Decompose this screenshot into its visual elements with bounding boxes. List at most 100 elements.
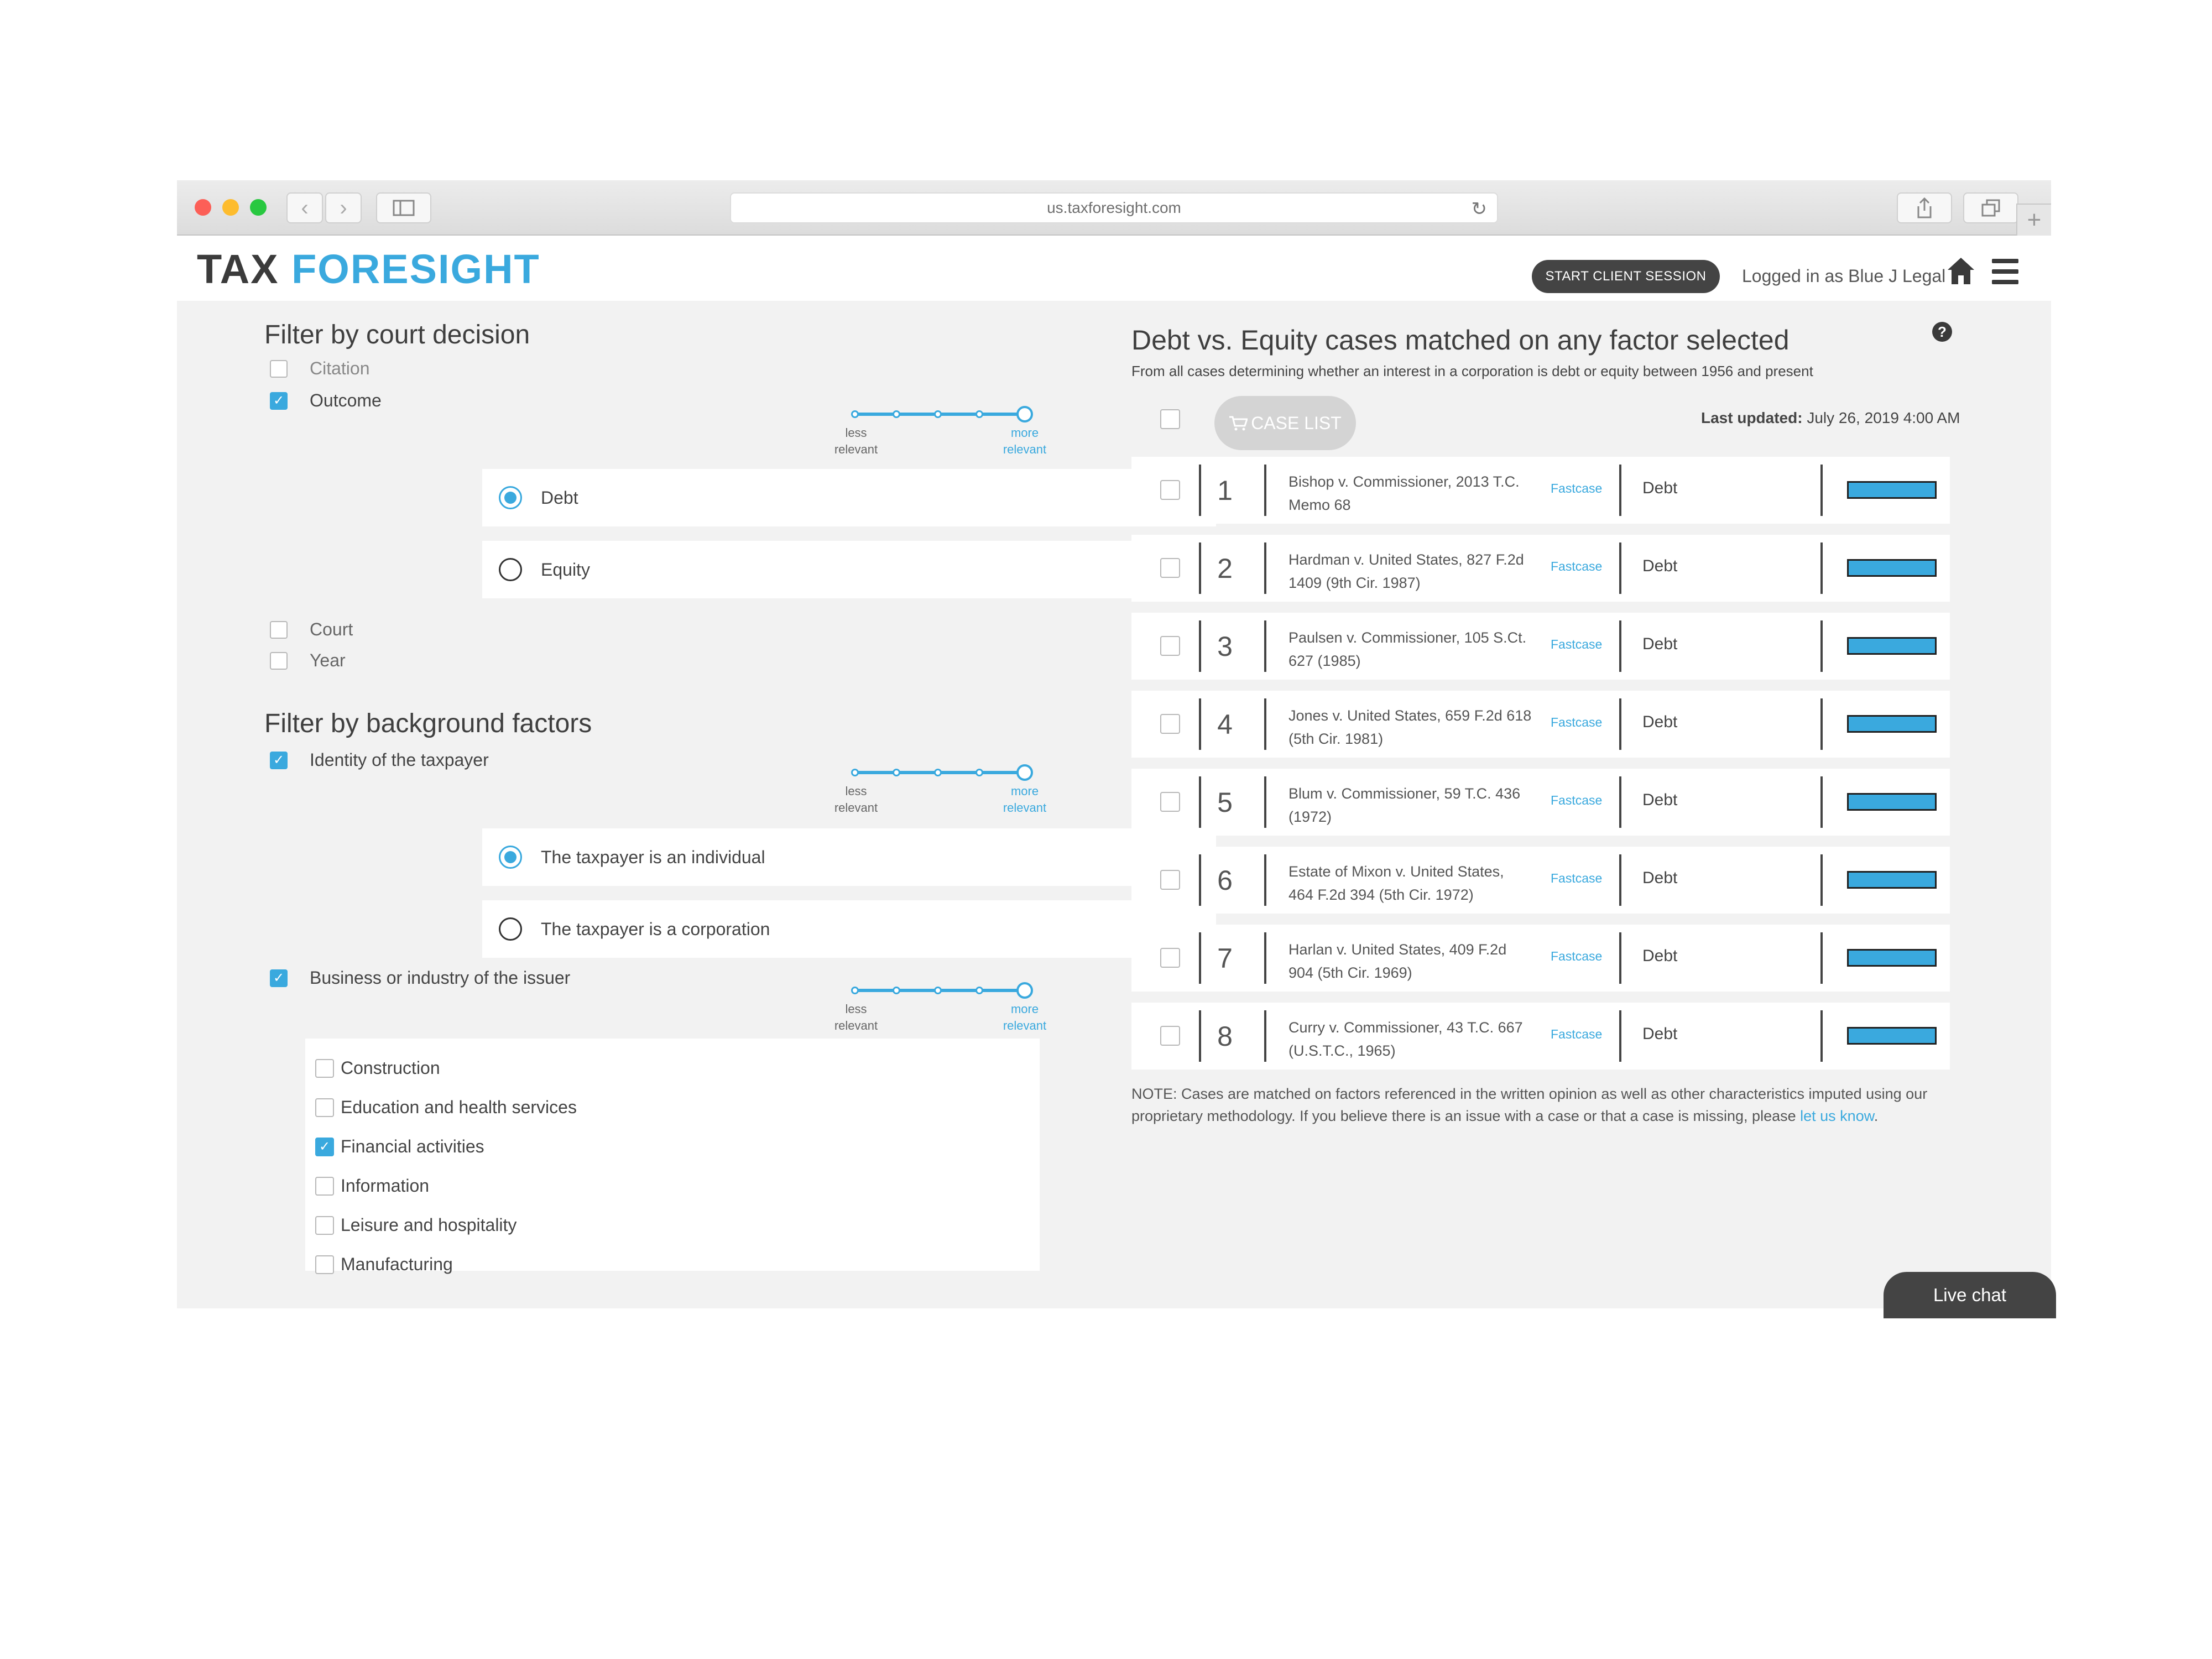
let-us-know-link[interactable]: let us know: [1800, 1108, 1874, 1124]
close-window-button[interactable]: [195, 199, 211, 216]
fastcase-link[interactable]: Fastcase: [1551, 715, 1602, 730]
case-name[interactable]: Estate of Mixon v. United States, 464 F.…: [1288, 860, 1532, 906]
slider-stop[interactable]: [893, 410, 900, 418]
slider-stop[interactable]: [975, 769, 983, 776]
outcome-option-debt[interactable]: Debt: [482, 469, 1216, 526]
case-checkbox[interactable]: [1160, 714, 1180, 734]
slider-stop[interactable]: [934, 410, 942, 418]
debt-radio[interactable]: [499, 486, 522, 509]
industry-checkbox[interactable]: [315, 1058, 334, 1078]
fastcase-link[interactable]: Fastcase: [1551, 793, 1602, 808]
fastcase-link[interactable]: Fastcase: [1551, 1027, 1602, 1042]
case-row[interactable]: 6 Estate of Mixon v. United States, 464 F…: [1131, 847, 1950, 914]
share-icon[interactable]: [1897, 192, 1952, 223]
sidebar-toggle-icon[interactable]: [376, 192, 431, 223]
fastcase-link[interactable]: Fastcase: [1551, 949, 1602, 964]
case-row[interactable]: 1 Bishop v. Commissioner, 2013 T.C. Memo …: [1131, 457, 1950, 524]
home-icon[interactable]: [1947, 255, 1975, 289]
slider-handle[interactable]: [1016, 406, 1033, 422]
citation-checkbox[interactable]: [270, 359, 288, 378]
slider-stop[interactable]: [934, 987, 942, 994]
slider-stop[interactable]: [934, 769, 942, 776]
live-chat-button[interactable]: Live chat: [1884, 1272, 2056, 1318]
industry-checkbox[interactable]: [315, 1255, 334, 1274]
minimize-window-button[interactable]: [222, 199, 239, 216]
outcome-filter[interactable]: ✓ Outcome: [270, 390, 382, 411]
case-checkbox[interactable]: [1160, 870, 1180, 890]
outcome-relevance-slider[interactable]: less relevant more relevant: [828, 399, 1061, 456]
case-checkbox[interactable]: [1160, 948, 1180, 968]
logo[interactable]: TAX FORESIGHT: [197, 246, 540, 293]
identity-option-individual[interactable]: The taxpayer is an individual: [482, 828, 1216, 886]
identity-filter[interactable]: ✓ Identity of the taxpayer: [270, 750, 489, 770]
case-name[interactable]: Hardman v. United States, 827 F.2d 1409 …: [1288, 548, 1532, 594]
business-relevance-slider[interactable]: less relevant more relevant: [828, 975, 1061, 1032]
case-name[interactable]: Harlan v. United States, 409 F.2d 904 (5…: [1288, 938, 1532, 984]
slider-stop[interactable]: [851, 987, 859, 994]
industry-item[interactable]: Education and health services: [315, 1088, 1040, 1127]
corporation-radio[interactable]: [499, 917, 522, 941]
slider-stop[interactable]: [851, 769, 859, 776]
industry-checkbox[interactable]: [315, 1098, 334, 1117]
identity-relevance-slider[interactable]: less relevant more relevant: [828, 758, 1061, 815]
case-list-button[interactable]: CASE LIST: [1214, 396, 1356, 450]
reload-icon[interactable]: ↻: [1472, 198, 1488, 220]
fastcase-link[interactable]: Fastcase: [1551, 559, 1602, 574]
year-checkbox[interactable]: [270, 651, 288, 670]
industry-item[interactable]: Leisure and hospitality: [315, 1206, 1040, 1245]
case-name[interactable]: Jones v. United States, 659 F.2d 618 (5t…: [1288, 704, 1532, 750]
fastcase-link[interactable]: Fastcase: [1551, 481, 1602, 496]
slider-stop[interactable]: [975, 987, 983, 994]
outcome-checkbox[interactable]: ✓: [270, 392, 288, 410]
case-row[interactable]: 3 Paulsen v. Commissioner, 105 S.Ct. 627 …: [1131, 613, 1950, 680]
tabs-overview-icon[interactable]: [1963, 192, 2018, 223]
individual-radio[interactable]: [499, 846, 522, 869]
select-all-checkbox[interactable]: [1160, 409, 1180, 429]
year-filter[interactable]: Year: [270, 650, 346, 671]
equity-radio[interactable]: [499, 558, 522, 581]
forward-icon[interactable]: ›: [325, 192, 362, 223]
citation-filter[interactable]: Citation: [270, 358, 370, 379]
case-row[interactable]: 4 Jones v. United States, 659 F.2d 618 (5…: [1131, 691, 1950, 758]
slider-handle[interactable]: [1016, 982, 1033, 999]
hamburger-menu-icon[interactable]: [1992, 259, 2018, 284]
case-checkbox[interactable]: [1160, 480, 1180, 500]
fastcase-link[interactable]: Fastcase: [1551, 637, 1602, 652]
industry-checkbox[interactable]: [315, 1215, 334, 1235]
slider-stop[interactable]: [893, 769, 900, 776]
zoom-window-button[interactable]: [250, 199, 267, 216]
case-name[interactable]: Curry v. Commissioner, 43 T.C. 667 (U.S.…: [1288, 1016, 1532, 1062]
slider-stop[interactable]: [893, 987, 900, 994]
business-checkbox[interactable]: ✓: [270, 969, 288, 987]
industry-item[interactable]: Construction: [315, 1048, 1040, 1088]
back-icon[interactable]: ‹: [286, 192, 323, 223]
identity-option-corporation[interactable]: The taxpayer is a corporation: [482, 900, 1216, 958]
slider-handle[interactable]: [1016, 764, 1033, 781]
case-row[interactable]: 5 Blum v. Commissioner, 59 T.C. 436 (1972…: [1131, 769, 1950, 836]
case-name[interactable]: Blum v. Commissioner, 59 T.C. 436 (1972): [1288, 782, 1532, 828]
outcome-option-equity[interactable]: Equity: [482, 541, 1216, 598]
slider-stop[interactable]: [975, 410, 983, 418]
case-checkbox[interactable]: [1160, 558, 1180, 578]
case-row[interactable]: 7 Harlan v. United States, 409 F.2d 904 (…: [1131, 925, 1950, 992]
fastcase-link[interactable]: Fastcase: [1551, 871, 1602, 886]
slider-stop[interactable]: [851, 410, 859, 418]
case-checkbox[interactable]: [1160, 1026, 1180, 1046]
case-row[interactable]: 8 Curry v. Commissioner, 43 T.C. 667 (U.S…: [1131, 1003, 1950, 1070]
industry-item[interactable]: ✓ Financial activities: [315, 1127, 1040, 1166]
industry-item[interactable]: Information: [315, 1166, 1040, 1206]
case-name[interactable]: Paulsen v. Commissioner, 105 S.Ct. 627 (…: [1288, 626, 1532, 672]
address-bar[interactable]: us.taxforesight.com ↻: [730, 192, 1498, 223]
industry-checkbox[interactable]: [315, 1176, 334, 1196]
court-filter[interactable]: Court: [270, 619, 353, 640]
case-checkbox[interactable]: [1160, 792, 1180, 812]
identity-checkbox[interactable]: ✓: [270, 751, 288, 769]
industry-checkbox[interactable]: ✓: [315, 1137, 334, 1156]
case-row[interactable]: 2 Hardman v. United States, 827 F.2d 1409…: [1131, 535, 1950, 602]
business-filter[interactable]: ✓ Business or industry of the issuer: [270, 968, 570, 988]
industry-item[interactable]: Manufacturing: [315, 1245, 1040, 1284]
case-name[interactable]: Bishop v. Commissioner, 2013 T.C. Memo 6…: [1288, 470, 1532, 517]
case-checkbox[interactable]: [1160, 636, 1180, 656]
new-tab-button[interactable]: +: [2016, 204, 2051, 236]
help-icon[interactable]: ?: [1932, 322, 1952, 342]
